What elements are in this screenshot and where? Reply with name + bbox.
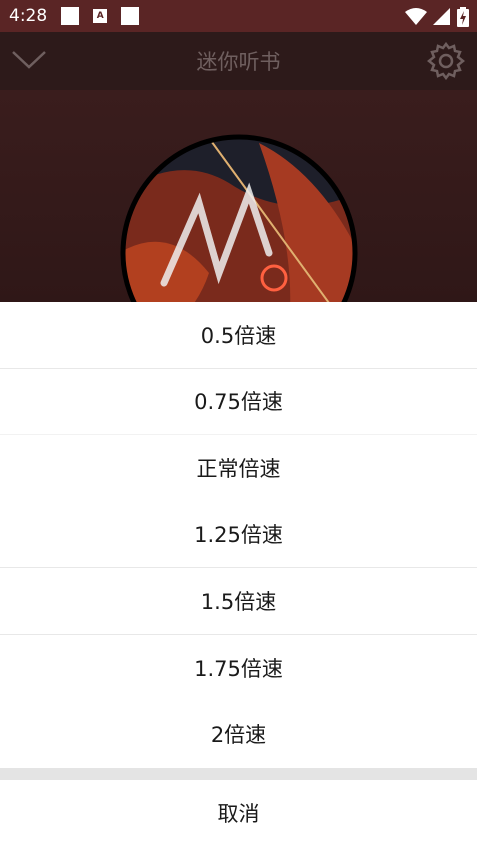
speed-option-1-75x[interactable]: 1.75倍速 xyxy=(0,635,477,702)
chevron-down-icon[interactable] xyxy=(12,50,46,70)
battery-charging-icon xyxy=(457,7,469,27)
a-notification-icon: A xyxy=(93,9,108,23)
notification-square-icon xyxy=(61,7,80,25)
app-header: 迷你听书 xyxy=(0,32,477,90)
page-title: 迷你听书 xyxy=(196,50,281,74)
speed-bottom-sheet: 0.5倍速 0.75倍速 正常倍速 1.25倍速 1.5倍速 1.75倍速 2倍… xyxy=(0,302,477,848)
speed-option-1-5x[interactable]: 1.5倍速 xyxy=(0,568,477,635)
speed-option-1-25x[interactable]: 1.25倍速 xyxy=(0,502,477,568)
speed-option-0-5x[interactable]: 0.5倍速 xyxy=(0,302,477,369)
speed-option-0-75x[interactable]: 0.75倍速 xyxy=(0,369,477,435)
signal-icon xyxy=(433,8,450,25)
speed-option-normal[interactable]: 正常倍速 xyxy=(0,435,477,502)
notification-square-icon xyxy=(121,7,140,25)
status-bar: 4:28 A xyxy=(0,0,477,32)
wifi-icon xyxy=(405,8,427,25)
gear-icon[interactable] xyxy=(427,42,465,80)
cancel-button[interactable]: 取消 xyxy=(0,780,477,846)
album-cover-disc xyxy=(120,134,358,302)
sheet-divider xyxy=(0,767,477,780)
player-area xyxy=(0,90,477,302)
status-time: 4:28 xyxy=(9,6,48,26)
speed-option-2x[interactable]: 2倍速 xyxy=(0,701,477,768)
